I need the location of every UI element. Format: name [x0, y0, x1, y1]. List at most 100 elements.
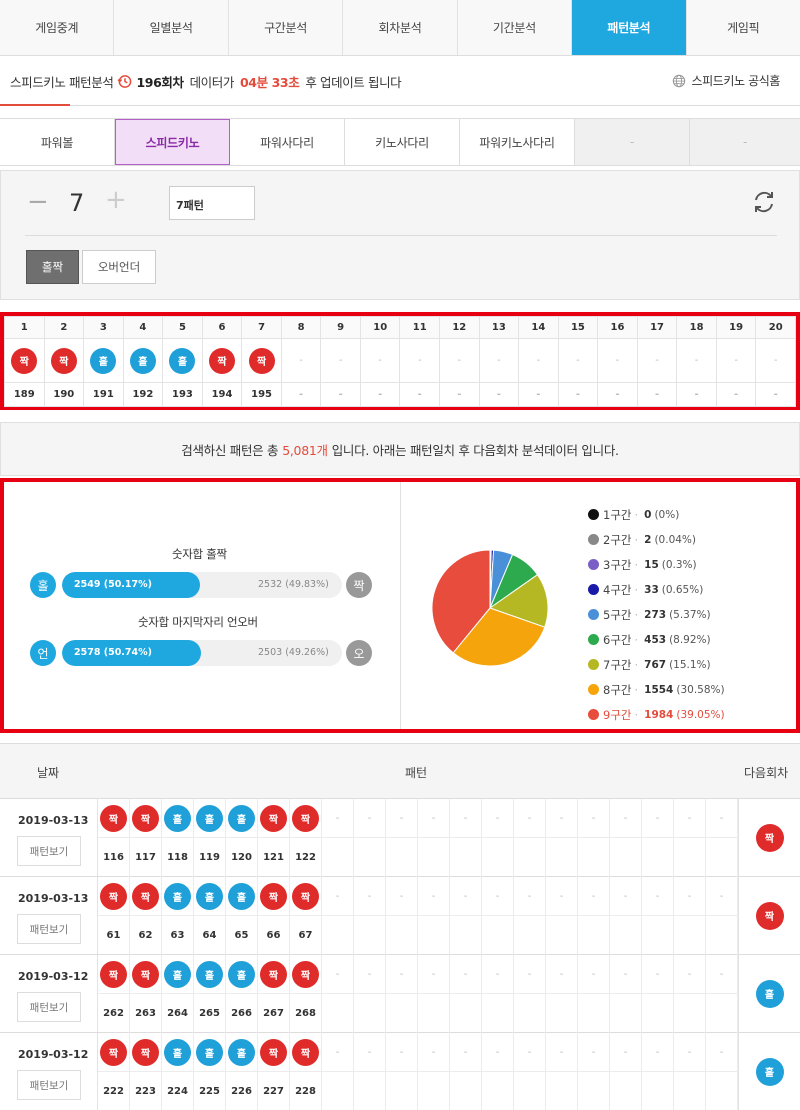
tab-gamepick[interactable]: 게임픽: [687, 0, 800, 55]
history-ball-cell: -: [482, 877, 514, 916]
result-ball: 짝: [100, 960, 127, 988]
history-ball-cell: 짝: [130, 955, 162, 994]
history-ball-cell: -: [322, 955, 354, 994]
history-round-cell: [322, 916, 354, 955]
history-ball-cell: -: [674, 1033, 706, 1072]
empty-cell: -: [559, 968, 564, 980]
history-ball-cell: -: [418, 799, 450, 838]
grid-header-cell: 4: [122, 316, 164, 339]
grid-round-cell: -: [359, 382, 401, 407]
tab-period[interactable]: 기간분석: [458, 0, 573, 55]
result-ball: 홀: [164, 960, 191, 988]
history-round-cell: [354, 994, 386, 1033]
history-ball-cell: -: [354, 955, 386, 994]
tab-pattern[interactable]: 패턴분석: [572, 0, 687, 55]
increase-button[interactable]: +: [105, 185, 127, 215]
empty-cell: -: [591, 890, 596, 902]
history-round-cell: [706, 994, 738, 1033]
history-ball-cell: -: [674, 799, 706, 838]
view-pattern-button[interactable]: 패턴보기: [17, 836, 81, 866]
empty-cell: -: [463, 968, 468, 980]
history-date: 2019-03-13: [18, 814, 89, 827]
history-round-cell: 263: [130, 994, 162, 1033]
grid-header-cell: 1: [4, 316, 45, 339]
history-date-cell: 2019-03-12 패턴보기: [0, 1033, 98, 1110]
history-ball-cell: -: [514, 799, 546, 838]
history-round-cell: [418, 916, 450, 955]
odd-even-button[interactable]: 홀짝: [26, 250, 79, 284]
grid-round-cell: -: [636, 382, 678, 407]
history-ball-cell: -: [642, 955, 674, 994]
empty-cell: -: [694, 355, 699, 366]
empty-cell: -: [687, 812, 692, 824]
game-tab-powerball[interactable]: 파워볼: [0, 119, 115, 165]
legend-item: 4구간 · 33 (0.65%): [588, 577, 725, 602]
result-ball: 홀: [228, 1038, 255, 1066]
tab-daily[interactable]: 일별분석: [114, 0, 229, 55]
tab-section[interactable]: 구간분석: [229, 0, 344, 55]
summary-pre: 검색하신 패턴은 총: [181, 442, 279, 458]
tab-live[interactable]: 게임중계: [0, 0, 115, 55]
over-under-button[interactable]: 오버언더: [82, 250, 156, 284]
grid-ball-cell: -: [439, 338, 480, 383]
legend-swatch: [588, 534, 599, 545]
update-text-2: 후 업데이트 됩니다: [305, 75, 402, 90]
history-round-cell: [610, 994, 642, 1033]
grid-ball-cell: -: [557, 338, 599, 383]
round-number: 196회차: [136, 75, 184, 90]
history-ball-cell: -: [418, 1033, 450, 1072]
game-tab-speedkeno[interactable]: 스피드키노: [115, 119, 230, 165]
refresh-icon[interactable]: [751, 189, 777, 218]
legend-item: 1구간 · 0 (0%): [588, 502, 725, 527]
legend-name: 4구간: [603, 582, 632, 597]
grid-ball-cell: -: [636, 338, 678, 383]
grid-round-cell: 195: [241, 382, 282, 407]
empty-cell: -: [591, 812, 596, 824]
over-badge: 오: [346, 640, 372, 666]
view-pattern-button[interactable]: 패턴보기: [17, 992, 81, 1022]
game-tab-keno-ladder[interactable]: 키노사다리: [345, 119, 460, 165]
history-ball-cell: 짝: [290, 799, 322, 838]
grid-header-cell: 2: [43, 316, 85, 339]
history-round-cell: [674, 916, 706, 955]
tab-round[interactable]: 회차분석: [343, 0, 458, 55]
history-round-cell: 122: [290, 838, 322, 877]
stats-panel: 숫자합 홀짝 홀 2549 (50.17%) 2532 (49.83%) 짝 숫…: [0, 478, 800, 733]
history-ball-cell: -: [482, 955, 514, 994]
empty-cell: -: [495, 1046, 500, 1058]
grid-round-cell: 189: [4, 382, 45, 407]
empty-cell: -: [463, 1046, 468, 1058]
game-tab-powerkeno-ladder[interactable]: 파워키노사다리: [460, 119, 575, 165]
pattern-total-count: 5,081개: [282, 442, 328, 458]
empty-cell: -: [495, 812, 500, 824]
grid-header-cell: 13: [478, 316, 520, 339]
history-round-cell: [546, 916, 578, 955]
under-over-title: 숫자합 마지막자리 언오버: [138, 615, 258, 629]
history-ball-cell: -: [450, 1033, 482, 1072]
history-round-cell: 264: [162, 994, 194, 1033]
legend-value: 1554: [644, 683, 674, 696]
history-round-cell: [546, 994, 578, 1033]
history-round-cell: 266: [226, 994, 258, 1033]
legend-sep: ·: [634, 607, 639, 622]
history-round-cell: [706, 838, 738, 877]
official-home-link[interactable]: 스피드키노 공식홈: [672, 72, 780, 89]
grid-round-cell: -: [478, 382, 520, 407]
empty-cell: -: [559, 1046, 564, 1058]
game-tab-power-ladder[interactable]: 파워사다리: [230, 119, 345, 165]
decrease-button[interactable]: −: [27, 187, 49, 217]
grid-round-cell: 191: [83, 382, 124, 407]
legend-item: 7구간 · 767 (15.1%): [588, 652, 725, 677]
history-ball-cell: -: [578, 1033, 610, 1072]
view-pattern-button[interactable]: 패턴보기: [17, 914, 81, 944]
view-pattern-button[interactable]: 패턴보기: [17, 1070, 81, 1100]
grid-ball-cell: 짝: [43, 338, 85, 383]
history-ball-cell: -: [610, 955, 642, 994]
empty-cell: -: [399, 812, 404, 824]
grid-header-cell: 14: [518, 316, 559, 339]
result-ball: 홀: [129, 347, 156, 374]
result-ball: 홀: [164, 804, 191, 832]
grid-header-cell: 15: [557, 316, 599, 339]
history-ball-cell: 홀: [194, 955, 226, 994]
pattern-length-select[interactable]: 7패턴: [169, 186, 255, 220]
